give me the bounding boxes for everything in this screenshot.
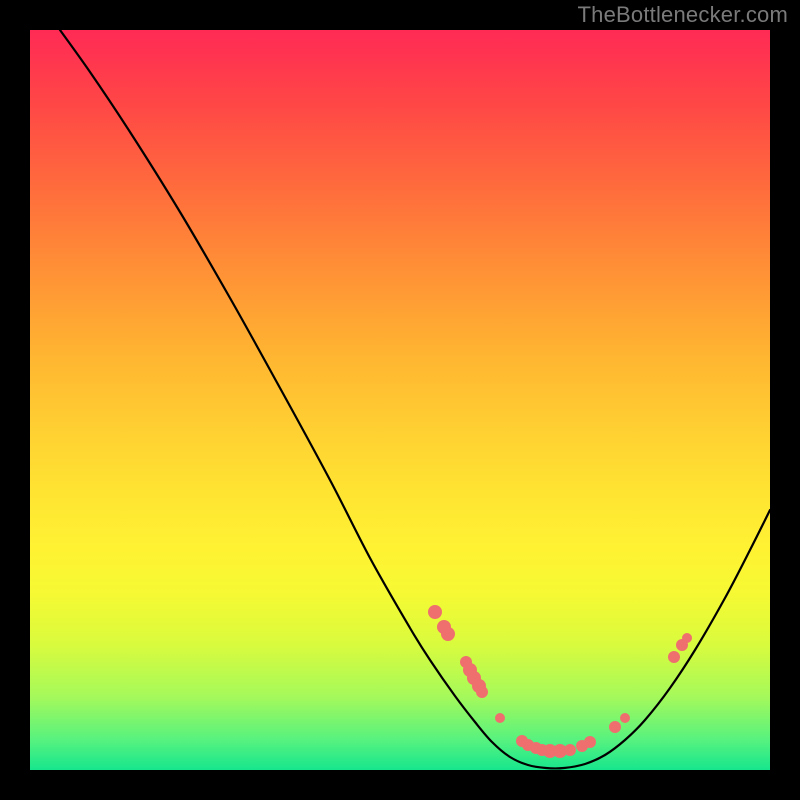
- bottleneck-curve: [60, 30, 770, 768]
- curve-svg: [30, 30, 770, 770]
- marker-group: [428, 605, 692, 758]
- data-marker: [620, 713, 630, 723]
- data-marker: [495, 713, 505, 723]
- data-marker: [476, 686, 488, 698]
- data-marker: [564, 744, 576, 756]
- data-marker: [609, 721, 621, 733]
- chart-stage: TheBottlenecker.com: [0, 0, 800, 800]
- data-marker: [682, 633, 692, 643]
- data-marker: [428, 605, 442, 619]
- data-marker: [441, 627, 455, 641]
- attribution-text: TheBottlenecker.com: [578, 2, 788, 28]
- plot-area: [30, 30, 770, 770]
- data-marker: [668, 651, 680, 663]
- data-marker: [584, 736, 596, 748]
